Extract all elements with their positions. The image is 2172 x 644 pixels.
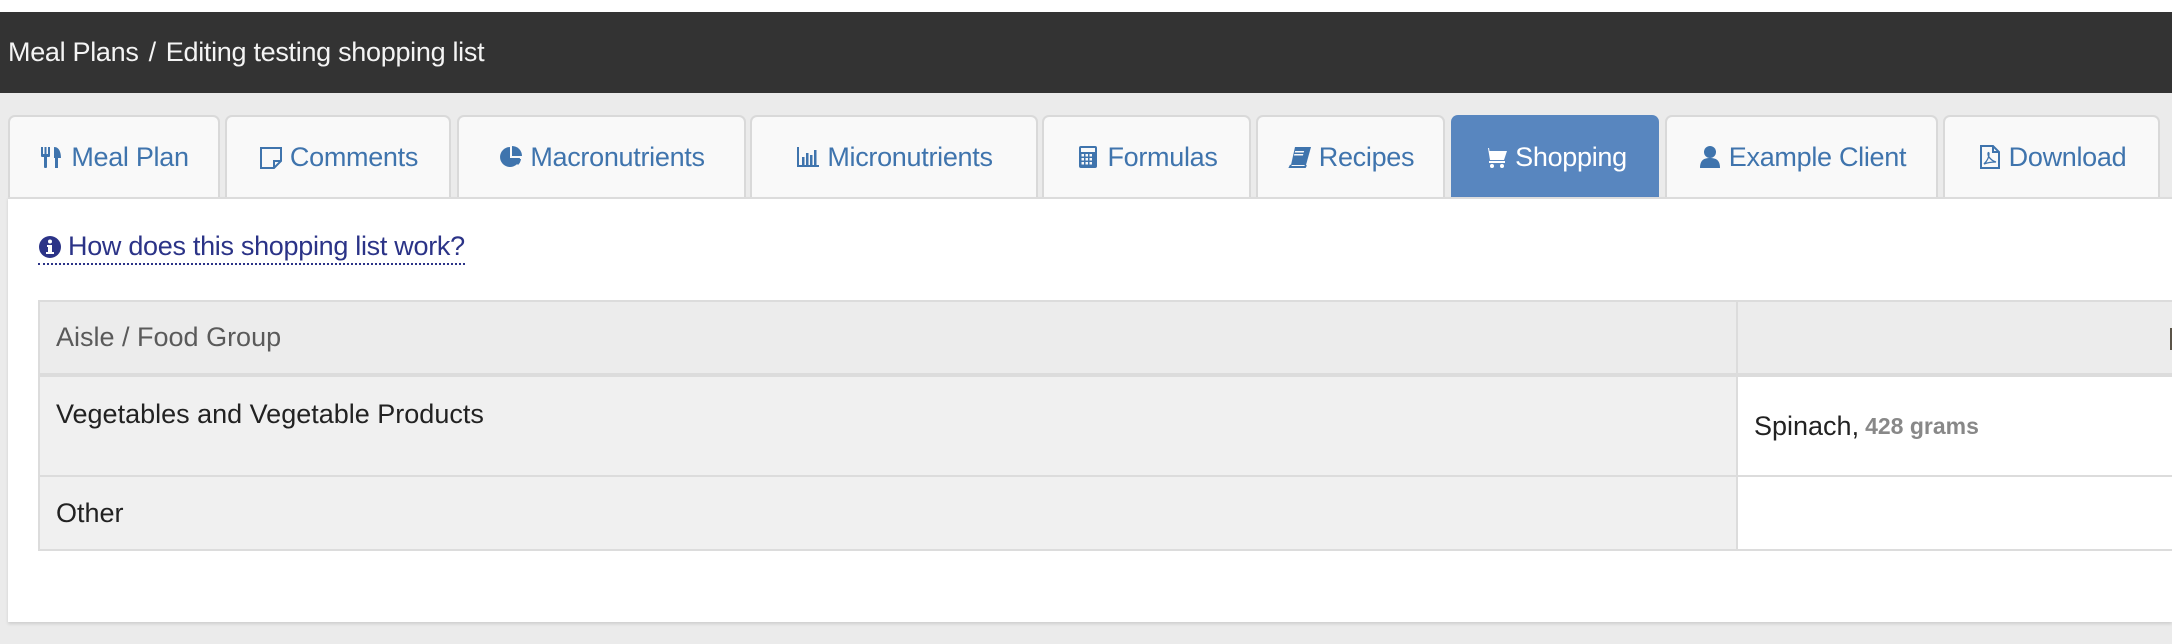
pdf-file-icon <box>1977 143 2003 171</box>
breadcrumb: Meal Plans / Editing testing shopping li… <box>8 12 485 93</box>
shopping-list-panel: How does this shopping list work? Aisle … <box>8 197 2172 622</box>
help-link[interactable]: How does this shopping list work? <box>38 231 465 265</box>
pie-chart-icon <box>498 143 524 171</box>
tab-macronutrients[interactable]: Macronutrients <box>457 115 746 197</box>
item-name: Spinach, <box>1754 410 1860 441</box>
item-quantity: 428 grams <box>1865 412 1979 439</box>
calculator-icon <box>1075 143 1101 171</box>
help-link-label: How does this shopping list work? <box>68 231 465 261</box>
tab-label: Formulas <box>1107 141 1218 172</box>
sticky-note-icon <box>258 143 284 171</box>
column-header-aisle[interactable]: Aisle / Food Group <box>40 302 1738 373</box>
tab-label: Micronutrients <box>827 141 993 172</box>
items-cell: Spinach, 428 grams <box>1738 377 2172 475</box>
tab-label: Shopping <box>1515 141 1627 172</box>
utensils-icon <box>39 143 65 171</box>
items-cell <box>1738 477 2172 549</box>
tab-micronutrients[interactable]: Micronutrients <box>750 115 1038 197</box>
tab-bar: Meal Plan Comments Macronutrients Micron… <box>0 115 2172 197</box>
tab-label: Comments <box>289 141 419 172</box>
tab-label: Meal Plan <box>71 141 189 172</box>
tab-download[interactable]: Download <box>1943 115 2160 197</box>
table-row: Other <box>40 477 2172 549</box>
tab-recipes[interactable]: Recipes <box>1256 115 1445 197</box>
table-row: Vegetables and Vegetable Products Spinac… <box>40 377 2172 477</box>
breadcrumb-meal-plans[interactable]: Meal Plans <box>8 37 139 68</box>
table-header: Aisle / Food Group <box>40 302 2172 377</box>
aisle-cell: Other <box>40 477 1738 549</box>
breadcrumb-separator: / <box>148 37 157 67</box>
tab-label: Recipes <box>1318 141 1415 172</box>
tab-label: Download <box>2008 141 2127 172</box>
bar-chart-icon <box>795 143 821 171</box>
tab-meal-plan[interactable]: Meal Plan <box>8 115 220 197</box>
book-icon <box>1287 143 1313 171</box>
column-header-items[interactable] <box>1738 302 2172 373</box>
shopping-list-table: Aisle / Food Group Vegetables and Vegeta… <box>38 300 2172 551</box>
top-strip <box>0 0 2172 12</box>
tab-example-client[interactable]: Example Client <box>1665 115 1938 197</box>
shopping-cart-icon <box>1483 143 1509 171</box>
tab-shopping[interactable]: Shopping <box>1451 115 1659 197</box>
tab-comments[interactable]: Comments <box>225 115 451 197</box>
top-bar: Meal Plans / Editing testing shopping li… <box>0 12 2172 93</box>
breadcrumb-current: Editing testing shopping list <box>165 37 485 67</box>
aisle-cell: Vegetables and Vegetable Products <box>40 377 1738 475</box>
tab-formulas[interactable]: Formulas <box>1042 115 1251 197</box>
tab-label: Example Client <box>1728 141 1907 172</box>
tab-label: Macronutrients <box>530 141 705 172</box>
info-circle-icon <box>38 235 62 259</box>
user-icon <box>1697 143 1723 171</box>
